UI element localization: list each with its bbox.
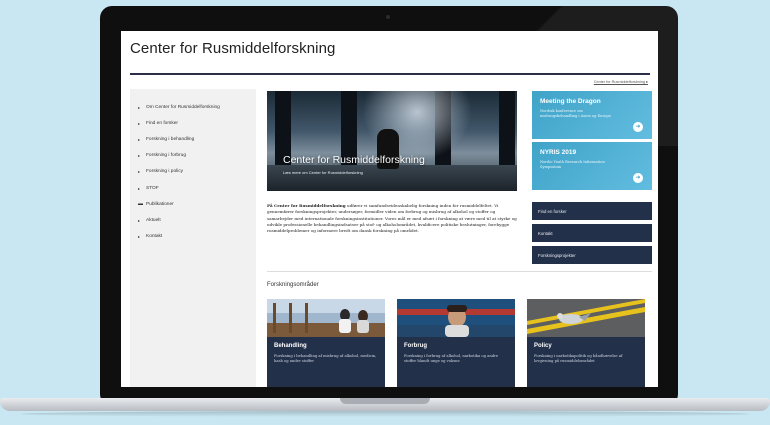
arrow-right-icon: ▸ [138,169,141,175]
hero-link[interactable]: Læs mere om Center for Rusmiddelforsknin… [283,170,363,175]
arrow-right-icon[interactable]: ➜ [633,122,643,132]
card-policy[interactable]: Policy Forskning i narkotikapolitik og h… [527,299,645,387]
arrow-right-icon: ▸ [138,153,141,159]
promo-text: Nordic Youth Research Information Sympos… [540,160,605,169]
quicklink-forskningsprojekter[interactable]: Forskningsprojekter [532,246,652,264]
sidebar-item[interactable]: ▬ Publikationer [138,196,256,212]
sidebar-item-label: STOF [146,185,159,191]
sidebar-item[interactable]: ▸ Kontakt [138,229,256,245]
arrow-right-icon: ▸ [138,104,141,110]
card-image-behandling [267,299,385,337]
hero-title: Center for Rusmiddelforskning [283,154,425,166]
title-divider [130,73,650,75]
arrow-right-icon: ▸ [138,120,141,126]
card-forbrug[interactable]: Forbrug Forskning i forbrug af alkohol, … [397,299,515,387]
laptop-notch [340,398,430,404]
quicklink-find-forsker[interactable]: Find en forsker [532,202,652,220]
card-title: Behandling [274,343,307,349]
site-title: Center for Rusmiddelforskning [130,40,336,57]
card-image-forbrug [397,299,515,337]
card-text: Forskning i forbrug af alkohol, narkotik… [404,354,499,364]
intro-lead: På Center for Rusmiddelforskning [267,203,346,208]
arrow-right-icon: ▸ [138,136,141,142]
sidebar-item-label: Om Center for Rusmiddelforskning [146,104,220,110]
sidebar-item[interactable]: ▸ Forskning i behandling [138,131,256,147]
sidebar-item-label: Publikationer [146,201,174,207]
arrow-right-icon[interactable]: ➜ [633,173,643,183]
breadcrumb-link[interactable]: Center for Rusmiddelforskning ▸ [594,79,648,84]
browser-screen: Center for Rusmiddelforskning Center for… [121,31,658,387]
sidebar-item[interactable]: ▸ Om Center for Rusmiddelforskning [138,99,256,115]
card-text: Forskning i narkotikapolitik og håndhæve… [534,354,623,364]
sidebar-item-label: Forskning i policy [146,169,184,175]
intro-text: På Center for Rusmiddelforskning udfører… [267,203,517,235]
card-text: Forskning i behandling af misbrug af alk… [274,354,377,364]
camera-icon [386,15,390,19]
promo-nyris[interactable]: NYRIS 2019 Nordic Youth Research Informa… [532,142,652,190]
dash-icon: ▬ [138,201,143,208]
arrow-right-icon: ▸ [138,217,141,223]
promo-title: NYRIS 2019 [540,149,577,156]
promo-title: Meeting the Dragon [540,98,601,105]
sidebar-item-label: Aktuelt [146,217,161,223]
arrow-right-icon: ▸ [138,185,141,191]
laptop-shadow [20,411,750,417]
sidebar-item-label: Forskning i behandling [146,136,195,142]
promo-text: Nordisk konference om misbrugsbehandling… [540,109,611,118]
arrow-right-icon: ▸ [138,234,141,240]
card-title: Policy [534,343,552,349]
sidebar-item-label: Forskning i forbrug [146,153,186,159]
card-image-policy [527,299,645,337]
sidebar-item-label: Find en forsker [146,120,178,126]
section-divider [267,271,652,272]
sidebar-item[interactable]: ▸ Find en forsker [138,115,256,131]
sidebar-item[interactable]: ▸ STOF [138,180,256,196]
sidebar-list: ▸ Om Center for Rusmiddelforskning ▸ Find e… [130,89,256,245]
sidebar-item-label: Kontakt [146,234,163,240]
sidebar-nav: ▸ Om Center for Rusmiddelforskning ▸ Find e… [130,89,256,387]
card-title: Forbrug [404,343,427,349]
hero-banner[interactable]: Center for Rusmiddelforskning Læs mere o… [267,91,517,191]
section-title: Forskningsområder [267,282,319,288]
sidebar-item[interactable]: ▸ Forskning i policy [138,164,256,180]
sidebar-item[interactable]: ▸ Aktuelt [138,212,256,228]
sidebar-item[interactable]: ▸ Forskning i forbrug [138,148,256,164]
promo-meeting-dragon[interactable]: Meeting the Dragon Nordisk konference om… [532,91,652,139]
quicklink-kontakt[interactable]: Kontakt [532,224,652,242]
card-behandling[interactable]: Behandling Forskning i behandling af mis… [267,299,385,387]
